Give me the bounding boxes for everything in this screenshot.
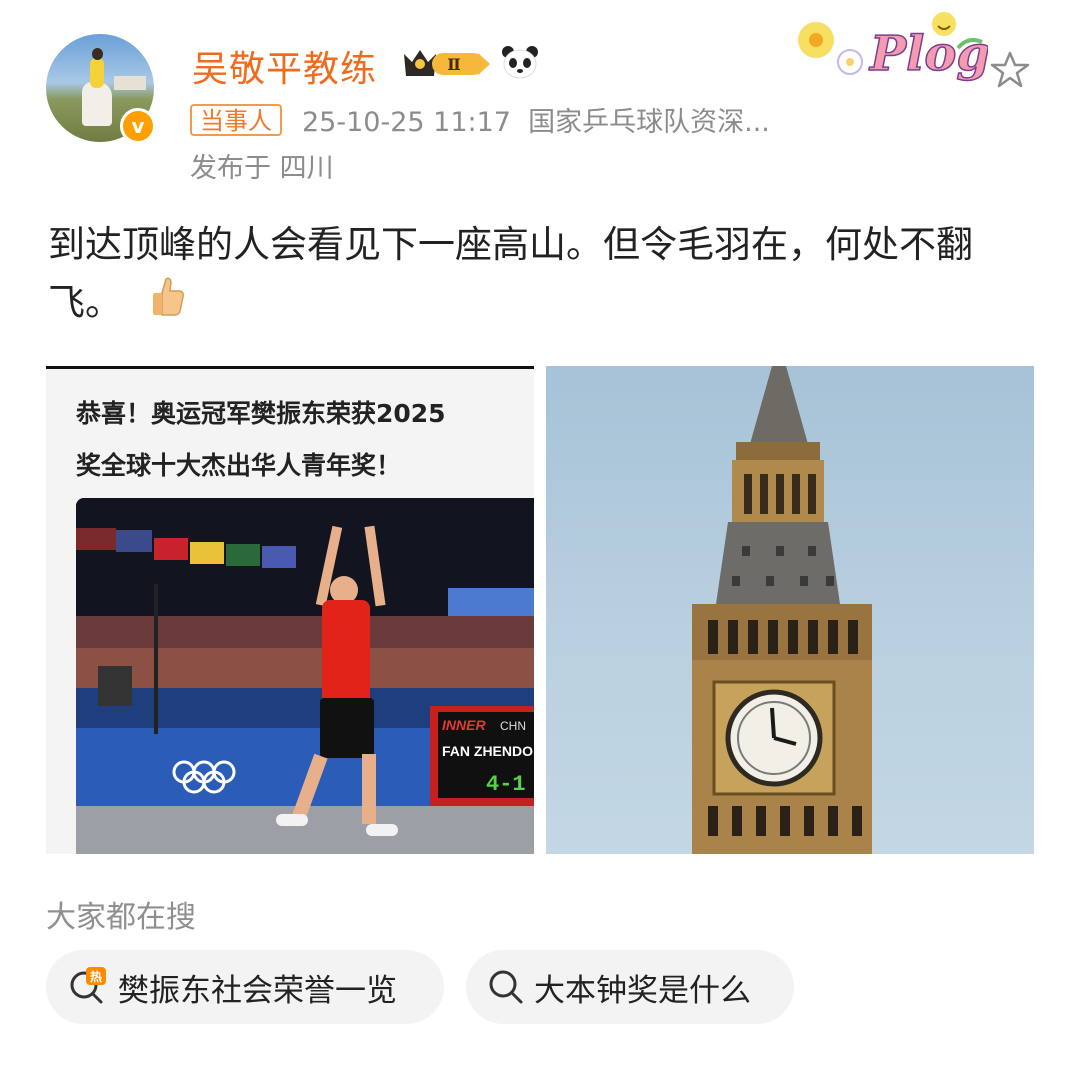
- athlete-photo: INNER CHN FAN ZHENDO 4-1: [76, 498, 534, 854]
- avatar-horse: [82, 82, 112, 126]
- avatar-tent: [114, 76, 146, 90]
- favorite-star-icon[interactable]: [990, 50, 1030, 90]
- scoreboard-score: 4-1: [486, 772, 526, 797]
- clock-tower-photo: [692, 366, 872, 854]
- panda-icon: [502, 46, 538, 79]
- avatar-head: [92, 48, 103, 60]
- image-headline-line1: 恭喜！奥运冠军樊振东荣获2025: [76, 399, 446, 428]
- hot-badge-text: 热: [90, 969, 102, 984]
- plog-text: Plog: [868, 26, 988, 82]
- search-chip-text: 樊振东社会荣誉一览: [118, 972, 397, 1009]
- plog-sticker-icon: Plog: [798, 12, 988, 83]
- scoreboard-country: CHN: [500, 719, 526, 733]
- search-chip-text: 大本钟奖是什么: [534, 972, 751, 1009]
- athlete-photo-scene: INNER CHN FAN ZHENDO 4-1: [76, 498, 534, 854]
- image-top-border: [46, 366, 534, 369]
- post-meta: 25-10-25 11:17 国家乒乓球队资深...: [302, 100, 770, 139]
- scoreboard-name: FAN ZHENDO: [442, 743, 533, 759]
- role-tag: 当事人: [190, 104, 282, 136]
- clock-face-icon: [725, 689, 823, 787]
- hot-search-icon: 热: [70, 967, 106, 1004]
- scoreboard-winner: INNER: [442, 717, 486, 733]
- trending-search-label: 大家都在搜: [46, 900, 196, 935]
- verified-badge-icon: v: [120, 108, 156, 144]
- search-icon: [489, 970, 523, 1004]
- search-chip-1[interactable]: 热 樊振东社会荣誉一览: [46, 950, 444, 1024]
- post-image-2[interactable]: [546, 366, 1034, 854]
- author-title: 国家乒乓球队资深...: [528, 107, 770, 138]
- post-image-1[interactable]: 恭喜！奥运冠军樊振东荣获2025 奖全球十大杰出华人青年奖！ INNER CHN…: [46, 366, 534, 854]
- post-content-text: 到达顶峰的人会看见下一座高山。但令毛羽在，何处不翻飞。: [48, 223, 973, 324]
- post-location: 发布于 四川: [190, 153, 334, 184]
- avatar-rider: [90, 58, 104, 88]
- post-timestamp: 25-10-25 11:17: [302, 107, 511, 138]
- author-name[interactable]: 吴敬平教练: [192, 40, 377, 92]
- vip-crown-icon[interactable]: Ⅱ: [396, 44, 492, 82]
- thumbs-up-icon: [150, 275, 186, 334]
- image-headline-line2: 奖全球十大杰出华人青年奖！: [76, 451, 402, 480]
- vip-level-text: Ⅱ: [447, 55, 460, 74]
- post-content: 到达顶峰的人会看见下一座高山。但令毛羽在，何处不翻飞。: [48, 216, 1028, 334]
- image-headline: 恭喜！奥运冠军樊振东荣获2025 奖全球十大杰出华人青年奖！: [76, 388, 534, 492]
- search-chip-2[interactable]: 大本钟奖是什么: [466, 950, 794, 1024]
